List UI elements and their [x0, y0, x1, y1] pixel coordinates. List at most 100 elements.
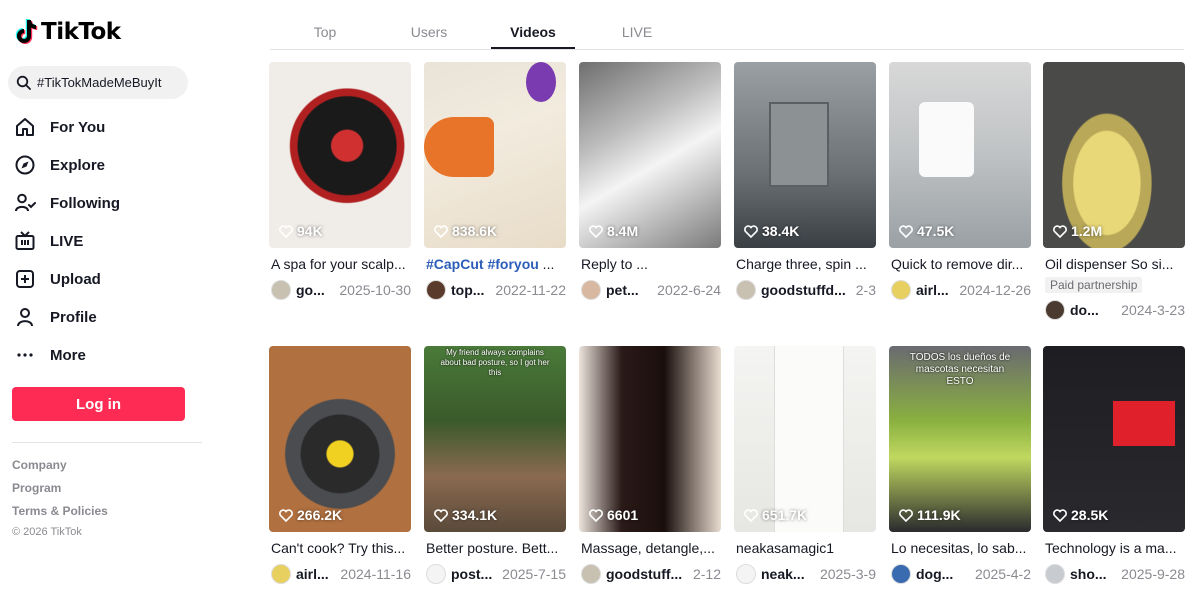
nav-label: Upload: [50, 270, 101, 288]
nav-following[interactable]: Following: [14, 184, 120, 222]
author-name[interactable]: dog...: [916, 566, 953, 582]
video-thumbnail[interactable]: 651.7K: [734, 346, 876, 532]
nav-upload[interactable]: Upload: [14, 260, 120, 298]
user-follow-icon: [14, 192, 36, 214]
nav-label: For You: [50, 118, 106, 136]
heart-icon: [279, 224, 293, 238]
post-date: 2025-3-9: [819, 566, 876, 582]
tab-top[interactable]: Top: [283, 18, 367, 49]
post-date: 2024-11-16: [340, 566, 411, 582]
author-name[interactable]: do...: [1070, 302, 1099, 318]
heart-icon: [279, 508, 293, 522]
nav-explore[interactable]: Explore: [14, 146, 120, 184]
post-date: 2022-11-22: [495, 282, 566, 298]
avatar[interactable]: [891, 564, 911, 584]
like-count: 8.4M: [589, 223, 638, 239]
app-name: TikTok: [41, 19, 121, 45]
video-caption[interactable]: Lo necesitas, lo sab...: [891, 540, 1031, 556]
like-count: 94K: [279, 223, 323, 239]
video-thumbnail[interactable]: 28.5K: [1043, 346, 1185, 532]
avatar[interactable]: [426, 280, 446, 300]
video-thumbnail[interactable]: 838.6K: [424, 62, 566, 248]
avatar[interactable]: [426, 564, 446, 584]
footer-link-company[interactable]: Company: [12, 457, 108, 480]
avatar[interactable]: [271, 564, 291, 584]
nav-profile[interactable]: Profile: [14, 298, 120, 336]
video-meta: neak... 2025-3-9: [736, 564, 878, 584]
video-caption[interactable]: Massage, detangle,...: [581, 540, 721, 556]
tab-users[interactable]: Users: [387, 18, 471, 49]
avatar[interactable]: [891, 280, 911, 300]
nav-for-you[interactable]: For You: [14, 108, 120, 146]
sidebar-footer: Company Program Terms & Policies © 2026 …: [12, 457, 108, 538]
heart-icon: [899, 224, 913, 238]
avatar[interactable]: [581, 280, 601, 300]
video-caption[interactable]: Oil dispenser So si...: [1045, 256, 1185, 272]
avatar[interactable]: [1045, 300, 1065, 320]
search-input[interactable]: #TikTokMadeMeBuyIt: [8, 66, 188, 99]
nav-more[interactable]: More: [14, 336, 120, 374]
plus-square-icon: [14, 268, 36, 290]
author-name[interactable]: goodstuffd...: [761, 282, 846, 298]
tab-live[interactable]: LIVE: [595, 18, 679, 49]
footer-link-terms[interactable]: Terms & Policies: [12, 503, 108, 526]
video-caption[interactable]: Technology is a ma...: [1045, 540, 1185, 556]
avatar[interactable]: [736, 564, 756, 584]
post-date: 2025-10-30: [339, 282, 411, 298]
video-thumbnail[interactable]: 266.2K: [269, 346, 411, 532]
video-thumbnail[interactable]: 8.4M: [579, 62, 721, 248]
video-caption[interactable]: Reply to ...: [581, 256, 721, 272]
avatar[interactable]: [1045, 564, 1065, 584]
avatar[interactable]: [736, 280, 756, 300]
video-caption[interactable]: Better posture. Bett...: [426, 540, 566, 556]
tab-videos[interactable]: Videos: [491, 18, 575, 49]
video-thumbnail[interactable]: 38.4K: [734, 62, 876, 248]
avatar[interactable]: [581, 564, 601, 584]
compass-icon: [14, 154, 36, 176]
author-name[interactable]: top...: [451, 282, 484, 298]
video-thumbnail[interactable]: TODOS los dueños de mascotas necesitan E…: [889, 346, 1031, 532]
post-date: 2-12: [692, 566, 721, 582]
heart-icon: [434, 508, 448, 522]
avatar[interactable]: [271, 280, 291, 300]
hashtag[interactable]: #foryou: [487, 256, 538, 272]
video-thumbnail[interactable]: 47.5K: [889, 62, 1031, 248]
video-meta: go... 2025-10-30: [271, 280, 413, 300]
author-name[interactable]: go...: [296, 282, 325, 298]
video-caption[interactable]: Charge three, spin ...: [736, 256, 876, 272]
post-date: 2025-9-28: [1121, 566, 1185, 582]
video-caption[interactable]: A spa for your scalp...: [271, 256, 411, 272]
video-meta: goodstuffd... 2-3: [736, 280, 878, 300]
video-caption[interactable]: Can't cook? Try this...: [271, 540, 411, 556]
video-thumbnail[interactable]: 6601: [579, 346, 721, 532]
author-name[interactable]: post...: [451, 566, 492, 582]
author-name[interactable]: neak...: [761, 566, 805, 582]
video-caption[interactable]: neakasamagic1: [736, 540, 876, 556]
search-value: #TikTokMadeMeBuyIt: [37, 75, 162, 90]
video-caption[interactable]: #CapCut #foryou ...: [426, 256, 566, 272]
heart-icon: [589, 508, 603, 522]
video-meta: top... 2022-11-22: [426, 280, 568, 300]
heart-icon: [744, 508, 758, 522]
video-meta: sho... 2025-9-28: [1045, 564, 1187, 584]
author-name[interactable]: pet...: [606, 282, 639, 298]
like-count: 651.7K: [744, 507, 807, 523]
hashtag[interactable]: #CapCut: [426, 256, 484, 272]
post-date: 2-3: [855, 282, 876, 298]
author-name[interactable]: sho...: [1070, 566, 1107, 582]
video-thumbnail[interactable]: My friend always complains about bad pos…: [424, 346, 566, 532]
video-meta: post... 2025-7-15: [426, 564, 568, 584]
login-button[interactable]: Log in: [12, 387, 185, 421]
post-date: 2025-7-15: [502, 566, 566, 582]
video-caption[interactable]: Quick to remove dir...: [891, 256, 1031, 272]
author-name[interactable]: airl...: [296, 566, 329, 582]
like-count: 334.1K: [434, 507, 497, 523]
video-thumbnail[interactable]: 94K: [269, 62, 411, 248]
author-name[interactable]: goodstuff...: [606, 566, 682, 582]
tiktok-logo[interactable]: TikTok: [14, 18, 121, 46]
nav-live[interactable]: LIVE: [14, 222, 120, 260]
footer-link-program[interactable]: Program: [12, 480, 108, 503]
video-thumbnail[interactable]: 1.2M: [1043, 62, 1185, 248]
like-count: 6601: [589, 507, 638, 523]
author-name[interactable]: airl...: [916, 282, 949, 298]
